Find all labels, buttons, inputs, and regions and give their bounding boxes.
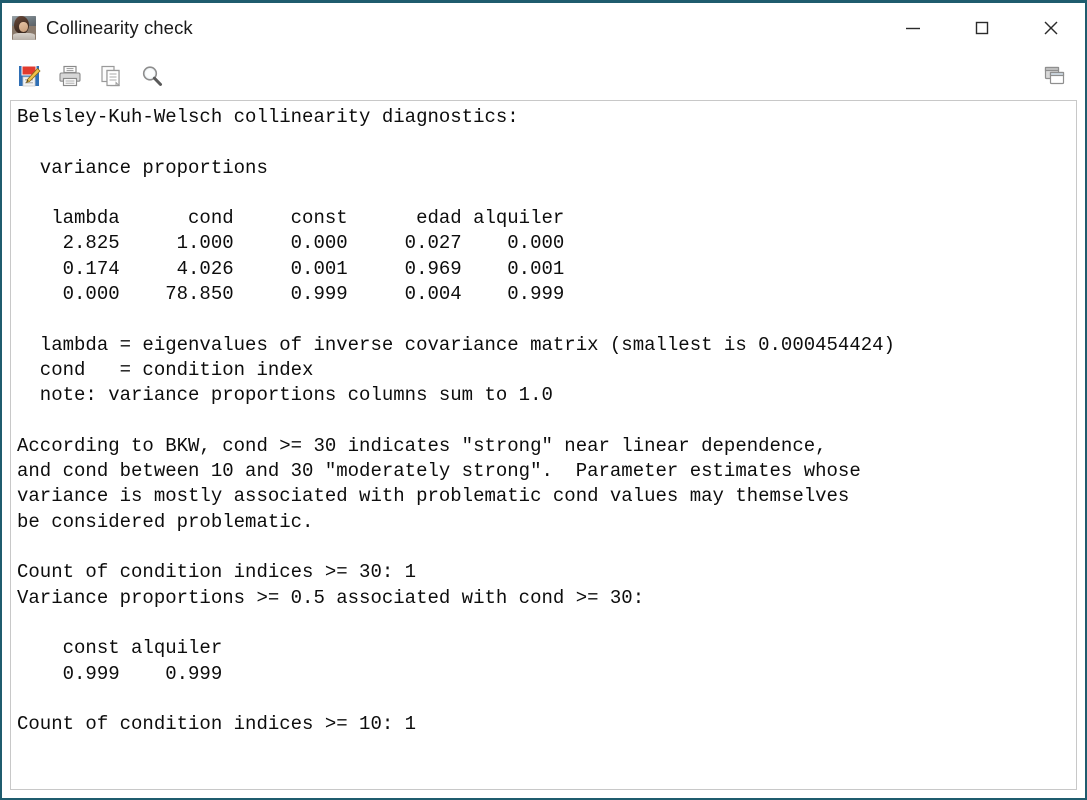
print-button[interactable]: [55, 61, 85, 91]
print-icon: [59, 65, 81, 87]
titlebar[interactable]: Collinearity check: [2, 3, 1085, 52]
copy-button[interactable]: [96, 61, 126, 91]
toolbar-left-group: [14, 61, 167, 91]
minimize-button[interactable]: [878, 3, 947, 52]
report-textview[interactable]: Belsley-Kuh-Welsch collinearity diagnost…: [11, 101, 1076, 789]
save-button[interactable]: [14, 61, 44, 91]
toolbar: [2, 52, 1085, 100]
collinearity-check-window: Collinearity check Belsley-Kuh-Welsch co…: [0, 0, 1087, 800]
save-icon: [19, 65, 41, 87]
toolbar-right-group: [1039, 52, 1069, 100]
report-text: Belsley-Kuh-Welsch collinearity diagnost…: [17, 106, 895, 736]
find-button[interactable]: [137, 61, 167, 91]
close-button[interactable]: [1016, 3, 1085, 52]
windows-list-icon: [1044, 66, 1065, 85]
find-icon: [142, 66, 162, 86]
close-icon: [1044, 21, 1057, 34]
maximize-icon: [975, 21, 988, 34]
maximize-button[interactable]: [947, 3, 1016, 52]
app-icon[interactable]: [12, 15, 36, 40]
window-controls: [878, 3, 1085, 52]
report-textview-frame: Belsley-Kuh-Welsch collinearity diagnost…: [10, 100, 1077, 790]
window-title: Collinearity check: [46, 16, 193, 38]
minimize-icon: [905, 27, 920, 29]
windows-list-button[interactable]: [1039, 61, 1069, 91]
copy-icon: [101, 65, 121, 87]
